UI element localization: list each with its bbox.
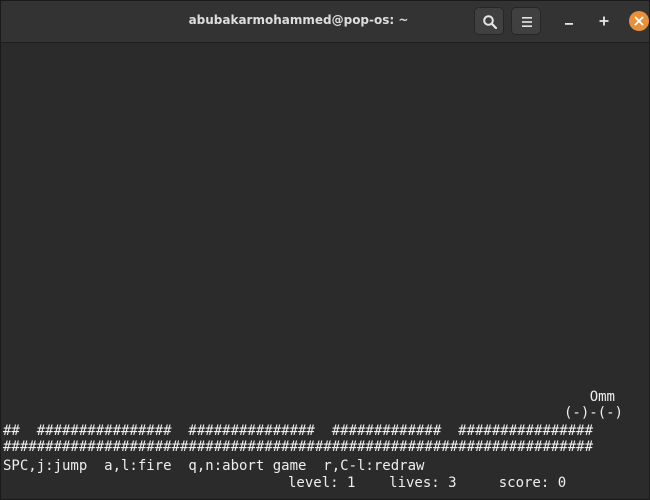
status-line: level: 1 lives: 3 score: 0 bbox=[288, 475, 567, 491]
terminal-window: abubakarmohammed@pop-os: ~ Omm (-)-(-) #… bbox=[0, 0, 650, 500]
menu-button[interactable] bbox=[511, 7, 541, 35]
close-icon bbox=[634, 16, 644, 26]
ground-top-row: ## ################ ############### ####… bbox=[3, 423, 594, 439]
header-bar: abubakarmohammed@pop-os: ~ bbox=[1, 1, 649, 43]
minimize-icon bbox=[565, 23, 573, 25]
close-button[interactable] bbox=[629, 11, 649, 31]
hamburger-menu-icon bbox=[522, 17, 532, 27]
minimize-button[interactable] bbox=[559, 11, 579, 31]
player-head: Omm bbox=[589, 389, 615, 405]
maximize-button[interactable] bbox=[594, 11, 614, 31]
maximize-icon bbox=[599, 16, 609, 26]
player-body: (-)-(-) bbox=[563, 405, 623, 421]
terminal-content[interactable]: Omm (-)-(-) ## ################ ########… bbox=[1, 43, 649, 499]
controls-help-text: SPC,j:jump a,l:fire q,n:abort game r,C-l… bbox=[3, 458, 425, 474]
window-title: abubakarmohammed@pop-os: ~ bbox=[188, 13, 409, 27]
search-icon bbox=[483, 15, 498, 30]
search-button[interactable] bbox=[474, 7, 504, 35]
ground-bottom-row: ########################################… bbox=[3, 439, 594, 455]
